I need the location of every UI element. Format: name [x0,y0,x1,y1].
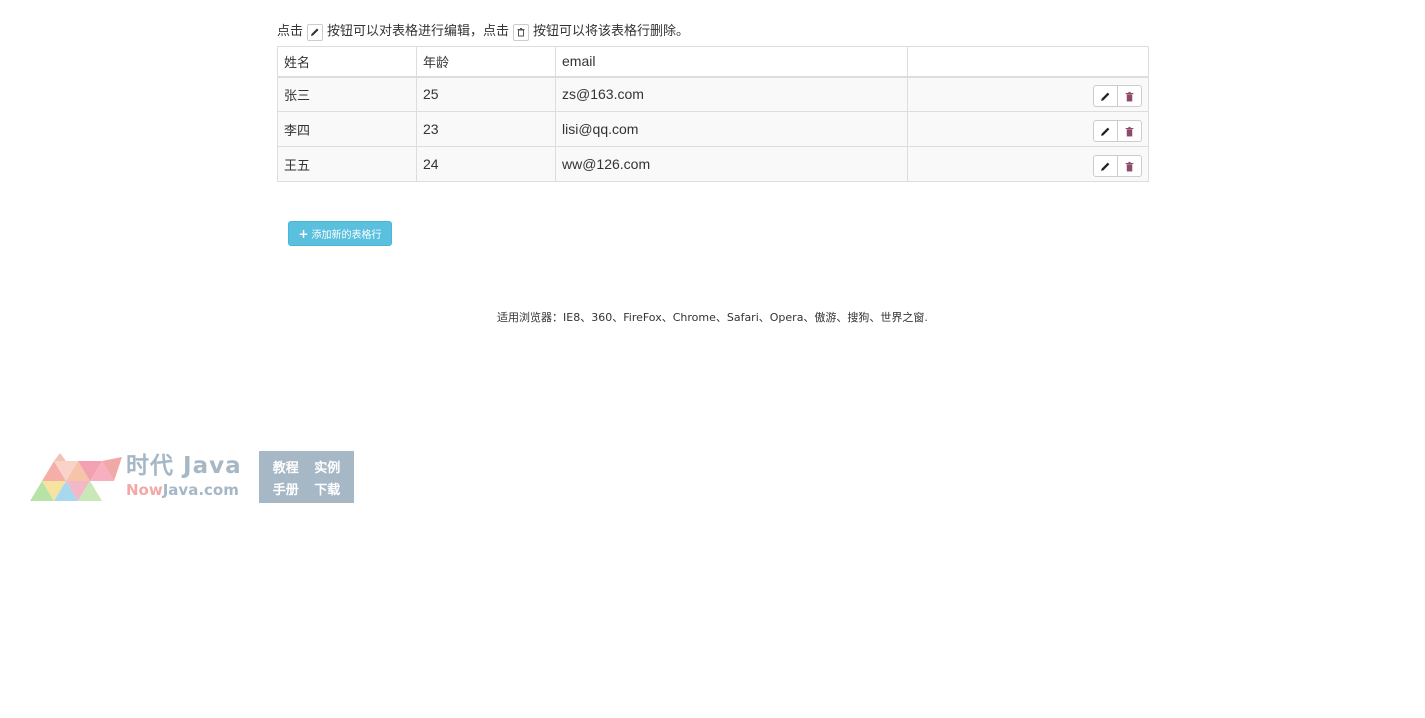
instructions-part2: 按钮可以对表格进行编辑，点击 [327,24,510,39]
add-row-label: 添加新的表格行 [311,230,382,241]
header-name: 姓名 [277,46,417,78]
cell-actions [907,111,1149,147]
edit-row-button[interactable] [1093,155,1118,177]
table-row: 李四 23 lisi@qq.com [277,111,1149,147]
logo-title: 时代 Java [126,453,242,479]
instructions-part1: 点击 [277,24,304,39]
instructions-part3: 按钮可以将该表格行删除。 [533,24,690,39]
logo-link-box: 教程 实例 手册 下载 [259,451,354,503]
site-logo[interactable]: 时代 Java NowJava.com 教程 实例 手册 下载 [30,451,360,506]
cell-name: 李四 [277,111,417,147]
logo-link-manual[interactable]: 手册 [273,479,299,498]
logo-link-examples[interactable]: 实例 [314,457,340,476]
cell-name: 张三 [277,76,417,112]
header-email: email [555,46,908,78]
cell-age: 25 [416,76,556,112]
trash-icon [1125,161,1134,171]
table-row: 张三 25 zs@163.com [277,76,1149,112]
cell-actions [907,76,1149,112]
cell-age: 24 [416,146,556,182]
browser-compat-note: 适用浏览器：IE8、360、FireFox、Chrome、Safari、Oper… [497,311,928,324]
trash-icon [513,23,530,41]
edit-row-button[interactable] [1093,120,1118,142]
row-action-group [1093,155,1142,177]
data-table-wrapper: 姓名 年龄 email 张三 25 zs@163.com 李四 23 lisi@… [277,46,1149,182]
edit-row-button[interactable] [1093,85,1118,108]
cell-age: 23 [416,111,556,147]
delete-row-button[interactable] [1117,155,1142,177]
trash-icon [1125,126,1134,136]
instructions-text: 点击 按钮可以对表格进行编辑，点击 按钮可以将该表格行删除。 [277,22,689,42]
cell-email: lisi@qq.com [555,111,908,147]
table-header-row: 姓名 年龄 email [277,46,1149,78]
logo-domain: NowJava.com [126,481,239,499]
plus-icon: + [298,226,309,241]
delete-row-button[interactable] [1117,120,1142,142]
pencil-icon [1101,127,1110,136]
add-row-button[interactable]: + 添加新的表格行 [288,221,392,246]
logo-link-download[interactable]: 下载 [314,479,340,498]
data-table: 姓名 年龄 email 张三 25 zs@163.com 李四 23 lisi@… [277,46,1149,182]
header-actions [907,46,1149,78]
pencil-icon [1101,162,1110,171]
cell-email: zs@163.com [555,76,908,112]
logo-text: 时代 Java NowJava.com [126,451,251,506]
triangle-mosaic-logo-icon [30,453,122,501]
header-age: 年龄 [416,46,556,78]
table-row: 王五 24 ww@126.com [277,146,1149,182]
row-action-group [1093,120,1142,142]
logo-link-tutorial[interactable]: 教程 [273,457,299,476]
trash-icon [1125,91,1134,102]
row-action-group [1093,85,1142,108]
pencil-icon [1101,92,1110,101]
cell-actions [907,146,1149,182]
pencil-icon [307,23,324,41]
cell-name: 王五 [277,146,417,182]
cell-email: ww@126.com [555,146,908,182]
delete-row-button[interactable] [1117,85,1142,108]
